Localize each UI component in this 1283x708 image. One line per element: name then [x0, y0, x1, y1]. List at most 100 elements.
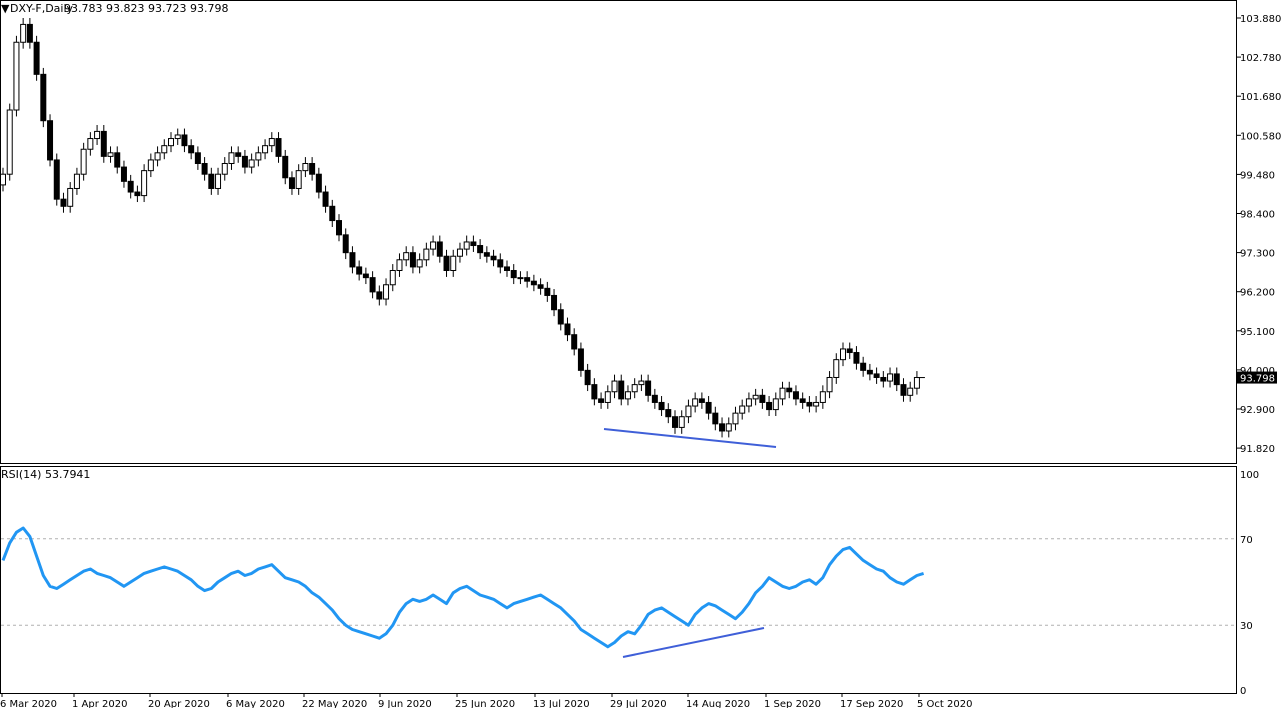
bear-candle [33, 41, 40, 75]
bear-candle [705, 401, 712, 414]
bull-candle [383, 284, 390, 300]
ohlc-label: 93.783 93.823 93.723 93.798 [64, 2, 228, 15]
bull-candle [833, 359, 840, 378]
rsi-tick-label: 0 [1240, 686, 1246, 697]
bull-candle [813, 401, 820, 407]
bull-candle [611, 380, 618, 393]
bear-candle [591, 384, 598, 400]
bull-candle [624, 391, 631, 400]
bear-candle [866, 369, 873, 375]
bear-candle [786, 387, 793, 393]
bull-candle [732, 412, 739, 425]
bull-candle [168, 138, 174, 147]
bear-candle [719, 423, 726, 432]
bull-candle [295, 170, 302, 189]
bear-candle [900, 384, 907, 396]
price-tick-label: 95.100 [1240, 327, 1275, 338]
bear-candle [530, 280, 537, 286]
rsi-line-group [1, 526, 925, 649]
bull-candle [255, 152, 262, 161]
bull-candle [80, 148, 87, 175]
price-tick-label: 102.780 [1240, 53, 1281, 64]
menu-triangle-icon[interactable]: ▼ [1, 2, 10, 15]
bear-candle [504, 266, 510, 271]
bear-candle [618, 380, 625, 400]
rsi-tick-label: 100 [1240, 470, 1259, 481]
bull-candle [0, 173, 6, 186]
bull-candle [248, 159, 255, 168]
bear-candle [362, 273, 369, 279]
bull-candle [107, 152, 114, 157]
bear-candle [443, 255, 450, 271]
bear-candle [114, 152, 121, 168]
bear-candle [792, 391, 799, 400]
bull-candle [752, 394, 759, 400]
date-tick-label: 29 Jul 2020 [610, 699, 667, 708]
bear-candle [672, 416, 678, 428]
bull-candle [6, 109, 13, 175]
bear-candle [853, 352, 860, 364]
bear-candle [873, 373, 880, 378]
price-tick-label: 100.580 [1240, 131, 1281, 142]
bull-candle [685, 405, 692, 418]
bull-candle [779, 387, 786, 400]
bear-candle [537, 284, 544, 289]
bear-candle [436, 241, 443, 257]
bear-candle [497, 259, 504, 268]
price-tick-label: 97.300 [1240, 249, 1275, 260]
bear-candle [880, 376, 887, 382]
bear-candle [134, 191, 141, 197]
bull-candle [73, 173, 80, 189]
bull-candle [262, 145, 269, 154]
bear-candle [665, 409, 672, 418]
bull-candle [20, 23, 27, 43]
bear-candle [658, 401, 665, 411]
rsi-scale: 100 70 30 0 [1, 470, 1259, 697]
bull-candle [887, 373, 894, 382]
rsi-line [1, 526, 925, 649]
bull-candle [13, 41, 20, 111]
bull-candle [215, 173, 222, 189]
bull-candle [94, 130, 101, 140]
bear-candle [483, 252, 490, 257]
bear-candle [409, 252, 416, 268]
bear-candle [376, 291, 383, 300]
date-tick-label: 5 Oct 2020 [917, 699, 972, 708]
current-price-tag: 93.798 [916, 371, 1277, 385]
price-tick-label: 96.200 [1240, 288, 1275, 299]
bull-candle [517, 277, 524, 280]
bull-candle [638, 380, 645, 386]
date-tick-label: 17 Sep 2020 [840, 699, 903, 708]
rsi-tick-label: 70 [1240, 535, 1253, 546]
bear-candle [712, 412, 719, 425]
bull-candle [631, 384, 638, 393]
bull-candle [430, 241, 437, 250]
bull-candle [678, 416, 685, 428]
bull-candle [87, 138, 94, 150]
trading-chart[interactable]: ▼ DXY-F,Daily 93.783 93.823 93.723 93.79… [0, 0, 1283, 708]
bull-candle [423, 248, 430, 261]
bear-candle [349, 252, 356, 268]
rsi-panel-border [0, 466, 1237, 694]
price-tick-label: 99.480 [1240, 170, 1275, 181]
price-scale: 103.880 102.780 101.680 100.580 99.480 98.400… [1236, 14, 1281, 455]
bear-candle [766, 401, 773, 411]
bull-candle [692, 398, 699, 407]
bull-candle [456, 248, 463, 257]
date-tick-label: 9 Jun 2020 [378, 699, 432, 708]
bull-candle [604, 391, 611, 403]
bear-candle [47, 120, 54, 161]
bear-candle [893, 373, 900, 386]
bear-candle [470, 241, 477, 247]
bear-candle [336, 220, 342, 236]
bull-candle [154, 152, 161, 161]
date-tick-label: 6 May 2020 [226, 699, 285, 708]
price-tick-label: 103.880 [1240, 14, 1281, 25]
bear-candle [26, 23, 33, 43]
date-tick-label: 14 Aug 2020 [686, 699, 750, 708]
bear-candle [645, 380, 652, 396]
bull-candle [725, 423, 732, 432]
bear-candle [288, 177, 295, 189]
bull-candle [161, 145, 168, 154]
bull-candle [228, 152, 235, 165]
